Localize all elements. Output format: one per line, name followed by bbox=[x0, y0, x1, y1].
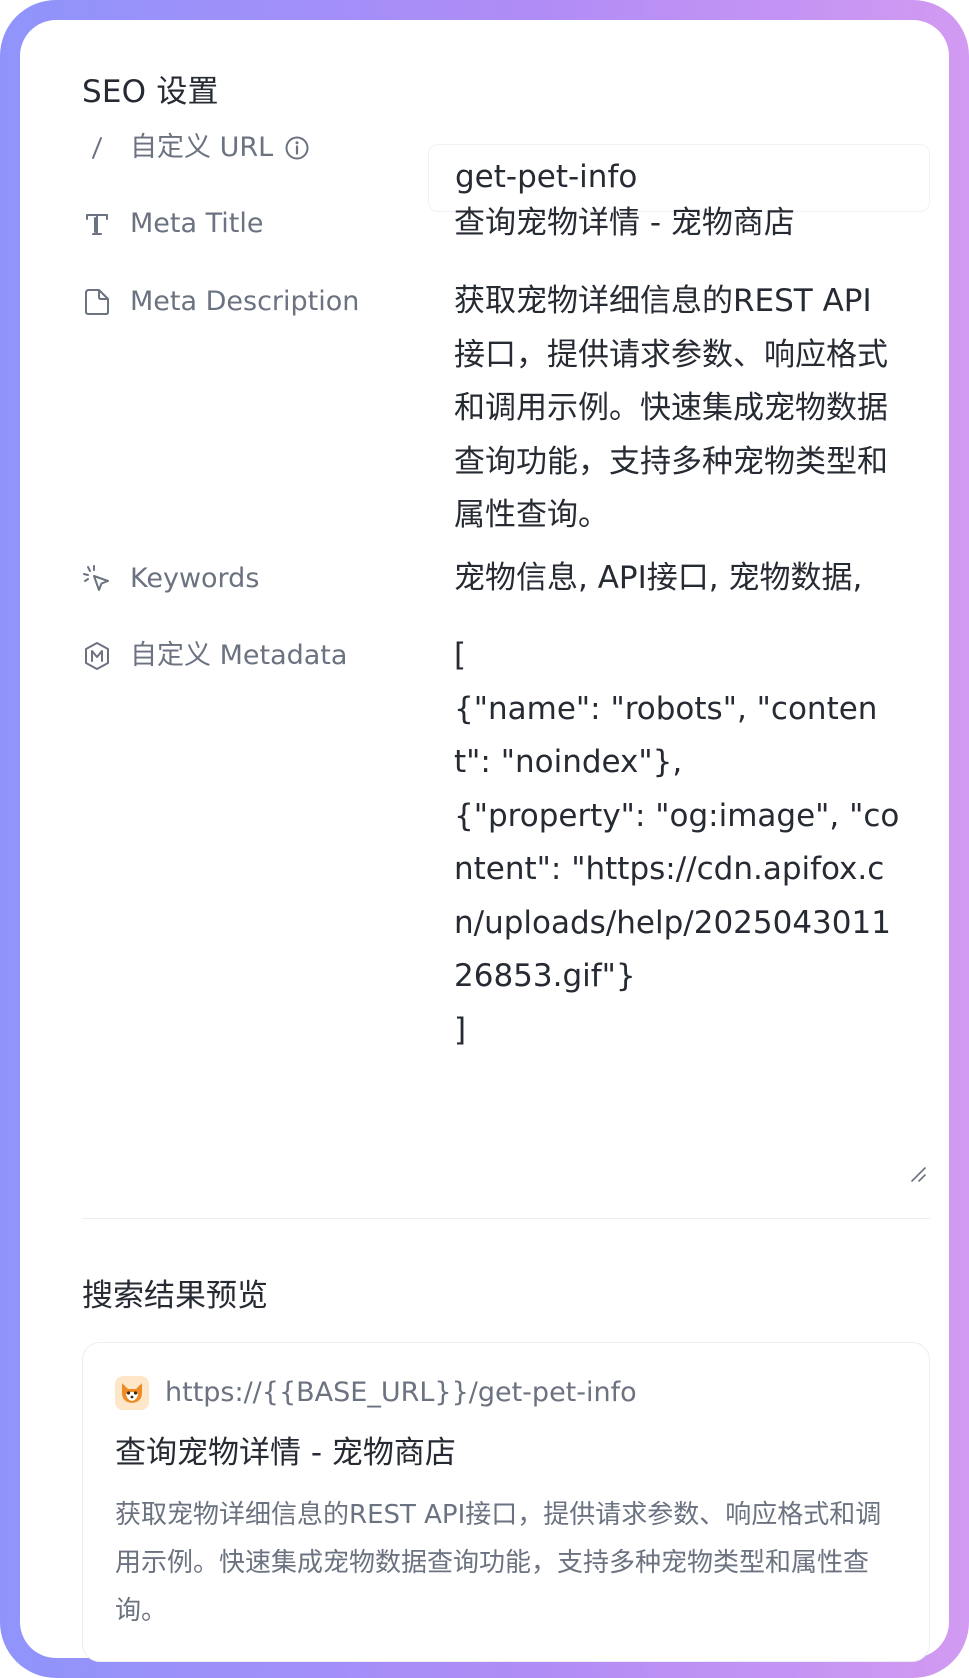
meta-description-value[interactable]: 获取宠物详细信息的REST API接口，提供请求参数、响应格式和调用示例。快速集… bbox=[454, 275, 902, 543]
custom-metadata-label: 自定义 Metadata bbox=[82, 634, 347, 678]
cursor-click-icon bbox=[82, 564, 112, 594]
custom-url-label-text: 自定义 URL bbox=[130, 132, 274, 163]
preview-heading[interactable]: 查询宠物详情 - 宠物商店 bbox=[115, 1431, 456, 1475]
slash-icon bbox=[82, 133, 112, 163]
textarea-resize-handle[interactable] bbox=[908, 1164, 928, 1184]
document-icon bbox=[82, 287, 112, 317]
meta-description-label-text: Meta Description bbox=[130, 286, 360, 317]
meta-title-label: Meta Title bbox=[82, 202, 263, 246]
preview-section-title: 搜索结果预览 bbox=[82, 1278, 268, 1314]
search-result-preview: https://{{BASE_URL}}/get-pet-info 查询宠物详情… bbox=[82, 1342, 930, 1662]
custom-metadata-label-text: 自定义 Metadata bbox=[130, 640, 348, 671]
meta-description-label: Meta Description bbox=[82, 280, 359, 324]
fox-icon bbox=[115, 1376, 149, 1410]
preview-url[interactable]: https://{{BASE_URL}}/get-pet-info bbox=[165, 1373, 637, 1413]
seo-section-title: SEO 设置 bbox=[82, 74, 219, 110]
seo-settings-panel: SEO 设置 自定义 URL get-pet-info Meta Title 查… bbox=[20, 20, 949, 1662]
m-badge-icon bbox=[82, 641, 112, 671]
keywords-label: Keywords bbox=[82, 557, 259, 601]
keywords-label-text: Keywords bbox=[130, 563, 260, 594]
preview-url-row: https://{{BASE_URL}}/get-pet-info bbox=[115, 1373, 637, 1413]
meta-title-value[interactable]: 查询宠物详情 - 宠物商店 bbox=[454, 197, 906, 251]
meta-title-label-text: Meta Title bbox=[130, 208, 264, 239]
text-icon bbox=[82, 209, 112, 239]
custom-url-input-value: get-pet-info bbox=[455, 159, 638, 195]
section-divider bbox=[82, 1218, 930, 1219]
custom-url-label: 自定义 URL bbox=[82, 126, 311, 170]
info-icon[interactable] bbox=[283, 134, 311, 162]
custom-metadata-value[interactable]: [ {"name": "robots", "content": "noindex… bbox=[454, 629, 900, 1057]
preview-description: 获取宠物详细信息的REST API接口，提供请求参数、响应格式和调用示例。快速集… bbox=[115, 1500, 882, 1626]
keywords-value[interactable]: 宠物信息, API接口, 宠物数据, bbox=[454, 552, 906, 606]
